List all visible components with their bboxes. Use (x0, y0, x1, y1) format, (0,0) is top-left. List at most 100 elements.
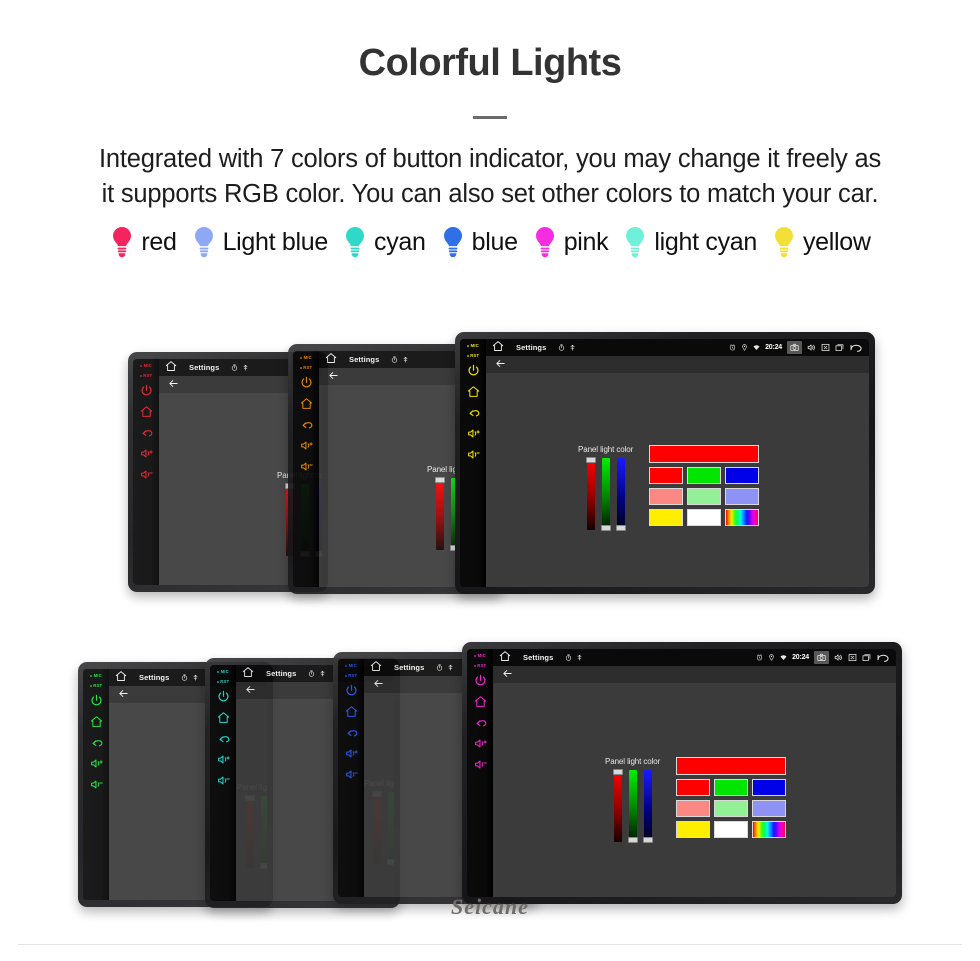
statusbar-home-button[interactable] (492, 339, 504, 356)
timer-button[interactable] (436, 664, 443, 671)
statusbar-home-button[interactable] (499, 649, 511, 666)
red-slider-thumb[interactable] (435, 477, 445, 483)
volume-button[interactable] (834, 653, 843, 662)
green-slider-thumb[interactable] (601, 525, 611, 531)
color-swatch[interactable] (752, 800, 786, 817)
home-button[interactable] (300, 397, 313, 418)
back-button[interactable] (118, 686, 129, 704)
color-swatch[interactable] (752, 779, 786, 796)
color-swatch[interactable] (649, 509, 683, 526)
back-button[interactable] (217, 732, 230, 753)
volume-up-button[interactable] (90, 757, 103, 778)
red-slider-thumb[interactable] (613, 769, 623, 775)
timer-button[interactable] (308, 670, 315, 677)
antenna-button[interactable] (576, 654, 583, 661)
color-swatch[interactable] (725, 488, 759, 505)
back-button[interactable] (502, 666, 513, 684)
power-button[interactable] (474, 674, 487, 695)
blue-slider[interactable] (617, 458, 625, 530)
timer-button[interactable] (391, 356, 398, 363)
statusbar-home-button[interactable] (115, 669, 127, 686)
volume-up-button[interactable] (300, 439, 313, 460)
color-swatch[interactable] (649, 488, 683, 505)
green-slider[interactable] (602, 458, 610, 530)
volume-up-button[interactable] (217, 753, 230, 774)
color-swatch[interactable] (725, 467, 759, 484)
antenna-button[interactable] (569, 344, 576, 351)
color-swatch[interactable] (676, 800, 710, 817)
color-swatch[interactable] (687, 509, 721, 526)
volume-down-button[interactable] (300, 460, 313, 481)
color-swatch[interactable] (687, 467, 721, 484)
volume-up-button[interactable] (474, 737, 487, 758)
color-swatch[interactable] (687, 488, 721, 505)
color-swatch[interactable] (676, 821, 710, 838)
color-swatch[interactable] (649, 467, 683, 484)
volume-up-button[interactable] (140, 447, 153, 468)
back-button[interactable] (467, 406, 480, 427)
back-button[interactable] (474, 716, 487, 737)
antenna-button[interactable] (447, 664, 454, 671)
back-button[interactable] (300, 418, 313, 439)
timer-button[interactable] (181, 674, 188, 681)
volume-button[interactable] (807, 343, 816, 352)
volume-down-button[interactable] (90, 778, 103, 799)
blue-slider-thumb[interactable] (643, 837, 653, 843)
back-button[interactable] (140, 426, 153, 447)
camera-button[interactable] (787, 341, 802, 354)
home-button[interactable] (140, 405, 153, 426)
red-slider-thumb[interactable] (586, 457, 596, 463)
close-button[interactable] (848, 653, 857, 662)
back-button[interactable] (495, 356, 506, 374)
blue-slider[interactable] (644, 770, 652, 842)
back-button[interactable] (245, 682, 256, 700)
home-button[interactable] (90, 715, 103, 736)
back-button[interactable] (328, 368, 339, 386)
power-button[interactable] (217, 690, 230, 711)
statusbar-home-button[interactable] (325, 351, 337, 368)
timer-button[interactable] (565, 654, 572, 661)
unit-pink[interactable]: MICRSTSettings20:24Panel light color (462, 642, 902, 904)
touch-screen[interactable]: Settings20:24Panel light color (486, 339, 869, 587)
timer-button[interactable] (231, 364, 238, 371)
volume-down-button[interactable] (217, 774, 230, 795)
volume-down-button[interactable] (345, 768, 358, 789)
antenna-button[interactable] (402, 356, 409, 363)
antenna-button[interactable] (242, 364, 249, 371)
power-button[interactable] (90, 694, 103, 715)
color-swatch[interactable] (725, 509, 759, 526)
touch-screen[interactable]: Settings20:24Panel light color (493, 649, 896, 897)
blue-slider-thumb[interactable] (616, 525, 626, 531)
antenna-button[interactable] (192, 674, 199, 681)
green-slider[interactable] (629, 770, 637, 842)
volume-down-button[interactable] (474, 758, 487, 779)
home-button[interactable] (474, 695, 487, 716)
home-button[interactable] (345, 705, 358, 726)
green-slider-thumb[interactable] (628, 837, 638, 843)
statusbar-home-button[interactable] (165, 359, 177, 376)
camera-button[interactable] (814, 651, 829, 664)
color-swatch[interactable] (676, 779, 710, 796)
statusbar-home-button[interactable] (242, 665, 254, 682)
statusbar-home-button[interactable] (370, 659, 382, 676)
red-slider[interactable] (614, 770, 622, 842)
statusbar-back-button[interactable] (849, 339, 863, 356)
home-button[interactable] (217, 711, 230, 732)
color-swatch[interactable] (714, 821, 748, 838)
unit-yellow[interactable]: MICRSTSettings20:24Panel light color (455, 332, 875, 594)
recents-button[interactable] (862, 653, 871, 662)
color-swatch[interactable] (752, 821, 786, 838)
power-button[interactable] (140, 384, 153, 405)
recents-button[interactable] (835, 343, 844, 352)
home-button[interactable] (467, 385, 480, 406)
power-button[interactable] (345, 684, 358, 705)
back-button[interactable] (373, 676, 384, 694)
statusbar-back-button[interactable] (876, 649, 890, 666)
volume-down-button[interactable] (140, 468, 153, 489)
volume-up-button[interactable] (345, 747, 358, 768)
red-slider[interactable] (436, 478, 444, 550)
timer-button[interactable] (558, 344, 565, 351)
close-button[interactable] (821, 343, 830, 352)
power-button[interactable] (467, 364, 480, 385)
back-button[interactable] (168, 376, 179, 394)
